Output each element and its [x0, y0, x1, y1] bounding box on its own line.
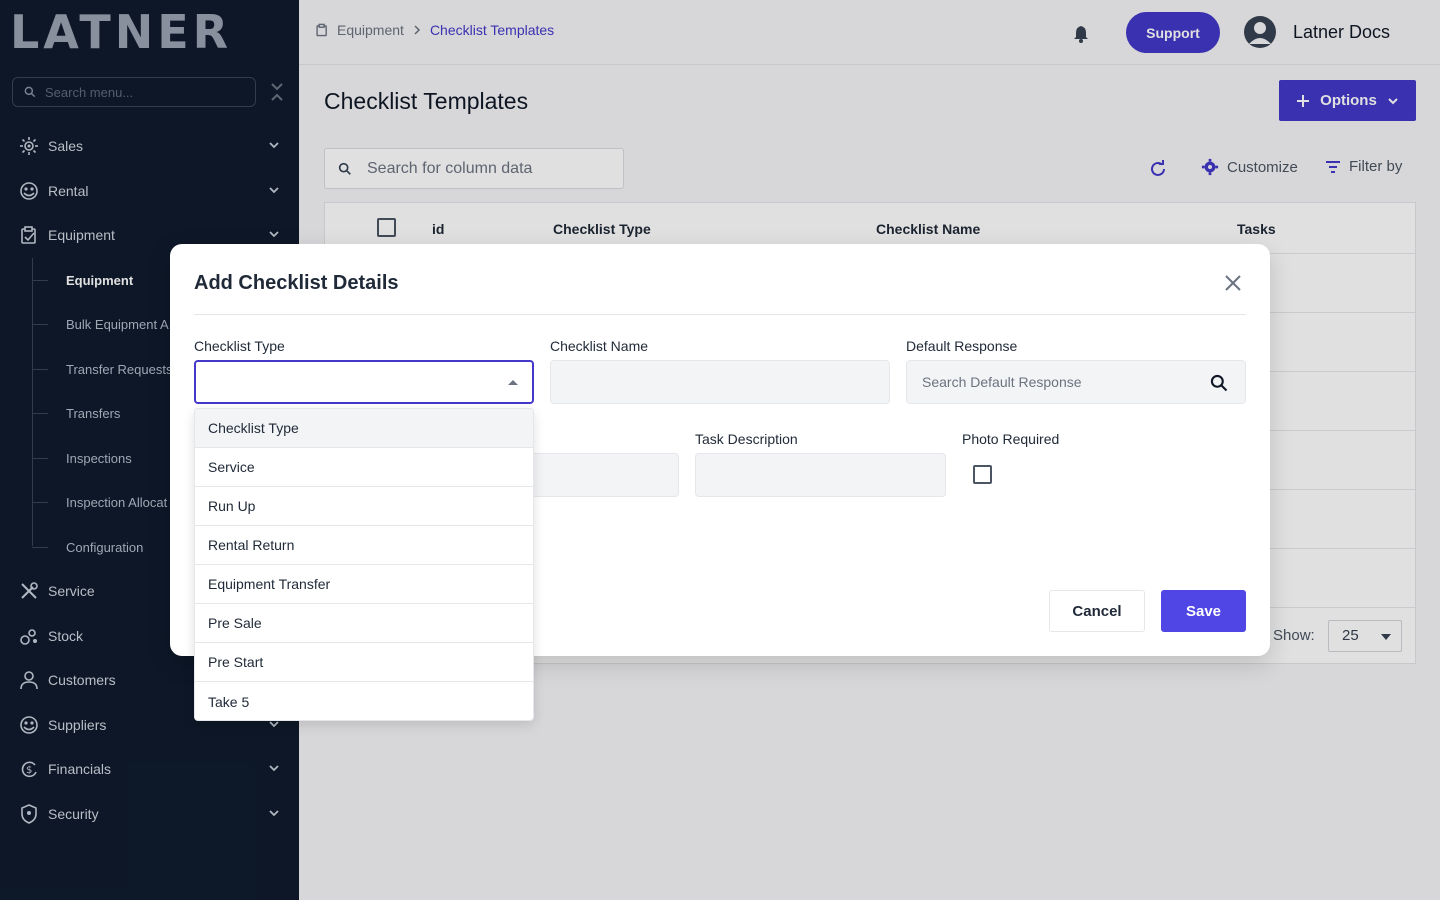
dropdown-option[interactable]: Equipment Transfer: [195, 565, 533, 604]
checklist-type-select[interactable]: [194, 360, 534, 404]
dropdown-option[interactable]: Rental Return: [195, 526, 533, 565]
dropdown-option[interactable]: Service: [195, 448, 533, 487]
dropdown-option[interactable]: Pre Sale: [195, 604, 533, 643]
checklist-name-input[interactable]: [550, 360, 890, 404]
dropdown-option[interactable]: Take 5: [195, 682, 533, 720]
save-button[interactable]: Save: [1161, 590, 1246, 632]
task-input[interactable]: [510, 453, 679, 497]
checklist-type-label: Checklist Type: [194, 338, 285, 354]
cancel-button[interactable]: Cancel: [1049, 590, 1145, 632]
search-icon[interactable]: [1209, 373, 1229, 393]
default-response-input[interactable]: Search Default Response: [906, 360, 1246, 404]
task-description-input[interactable]: [695, 453, 946, 497]
default-response-placeholder: Search Default Response: [922, 374, 1082, 390]
dropdown-option[interactable]: Pre Start: [195, 643, 533, 682]
default-response-label: Default Response: [906, 338, 1018, 354]
task-description-label: Task Description: [695, 431, 798, 447]
checklist-type-dropdown: Checklist Type Service Run Up Rental Ret…: [194, 408, 534, 721]
photo-required-checkbox[interactable]: [973, 465, 992, 484]
dropdown-option[interactable]: Checklist Type: [195, 409, 533, 448]
modal-divider: [194, 314, 1246, 315]
caret-up-icon: [508, 380, 518, 385]
checklist-name-label: Checklist Name: [550, 338, 649, 354]
close-icon[interactable]: [1224, 274, 1242, 292]
modal-title: Add Checklist Details: [194, 272, 399, 294]
dropdown-option[interactable]: Run Up: [195, 487, 533, 526]
photo-required-label: Photo Required: [962, 431, 1060, 447]
